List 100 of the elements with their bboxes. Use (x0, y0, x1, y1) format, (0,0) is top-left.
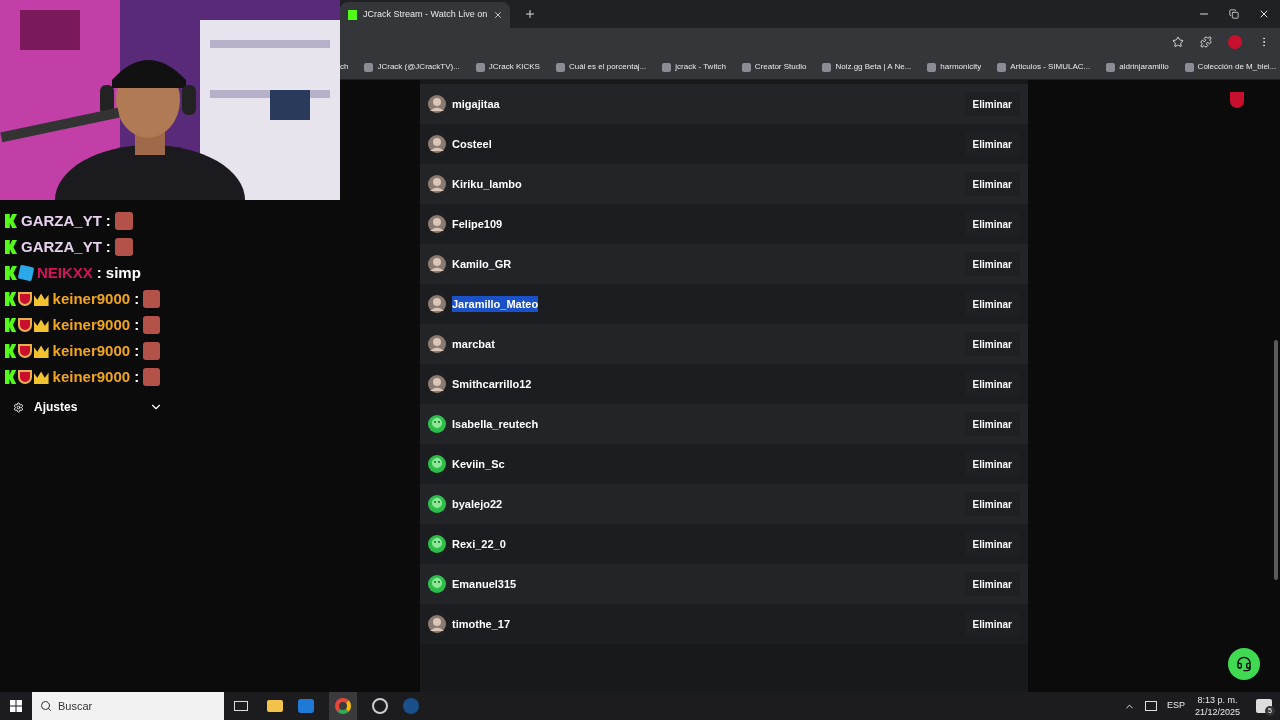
avatar-icon (428, 415, 446, 433)
shield-badge-icon (18, 318, 32, 332)
kick-badge-icon (5, 318, 17, 332)
username: Felipe109 (452, 216, 503, 232)
bookmark-icon (662, 62, 672, 72)
chat-username[interactable]: GARZA_YT (21, 235, 102, 259)
username: Kamilo_GR (452, 256, 512, 272)
bookmark-icon (741, 62, 751, 72)
avatar-icon (428, 135, 446, 153)
clock-date: 21/12/2025 (1194, 706, 1240, 718)
avatar-icon (428, 215, 446, 233)
bookmark-icon (364, 62, 374, 72)
avatar-icon (428, 95, 446, 113)
remove-button[interactable]: Eliminar (964, 252, 1020, 276)
kick-badge-icon (5, 344, 17, 358)
remove-button[interactable]: Eliminar (964, 492, 1020, 516)
chat-separator: : (134, 366, 140, 387)
emote-icon (143, 368, 160, 386)
kick-badge-icon (5, 240, 17, 254)
bookmark-item[interactable]: jcrack - Twitch (654, 61, 734, 73)
bookmark-item[interactable]: aldrinjaramillo (1098, 61, 1177, 73)
clock-time: 8:13 p. m. (1197, 694, 1238, 706)
chat-username[interactable]: keiner9000 (52, 365, 131, 389)
username: Kiriku_lambo (452, 176, 522, 192)
kick-badge-icon (5, 214, 17, 228)
chat-username[interactable]: GARZA_YT (21, 209, 102, 233)
kick-badge-icon (5, 266, 17, 280)
avatar-icon (428, 335, 446, 353)
task-view-icon[interactable] (234, 701, 248, 711)
chat-separator: : (96, 262, 102, 283)
bookmark-item[interactable]: JCrack (@JCrackTV)... (356, 61, 468, 73)
bookmark-icon (555, 62, 565, 72)
bookmark-item[interactable]: Creator Studio (733, 61, 815, 73)
emote-icon (114, 212, 133, 230)
bookmark-icon (997, 62, 1007, 72)
crown-badge-icon (33, 370, 49, 384)
shield-badge-icon (18, 370, 32, 384)
avatar-icon (428, 535, 446, 553)
shield-badge-icon (18, 344, 32, 358)
close-icon (1258, 8, 1270, 20)
bookmark-icon (1106, 62, 1116, 72)
username: Emanuel315 (452, 576, 517, 592)
browser-tab[interactable]: JCrack Stream - Watch Live on (340, 2, 510, 28)
language-indicator[interactable]: ESP (1166, 699, 1185, 713)
bookmark-item[interactable]: Articulos - SIMULAC... (989, 61, 1099, 73)
search-icon (40, 700, 52, 712)
bookmark-item[interactable]: Colección de M_blei... (1176, 61, 1280, 73)
emote-icon (143, 290, 160, 308)
bookmark-icon (927, 62, 937, 72)
headset-icon (1236, 656, 1252, 672)
shield-badge-icon (18, 292, 32, 306)
chat-username[interactable]: NEIKXX (37, 261, 93, 285)
username: Costeel (452, 136, 492, 152)
bookmark-item[interactable]: harmonicity (919, 61, 990, 73)
avatar-icon (428, 375, 446, 393)
avatar-icon (428, 495, 446, 513)
remove-button[interactable]: Eliminar (964, 172, 1020, 196)
chat-separator: : (134, 288, 140, 309)
avatar-icon (428, 255, 446, 273)
search-field[interactable]: Buscar (32, 692, 224, 720)
remove-button[interactable]: Eliminar (964, 412, 1020, 436)
cube-badge-icon (17, 264, 35, 282)
remove-button[interactable]: Eliminar (964, 572, 1020, 596)
new-tab-icon (524, 8, 536, 20)
crown-badge-icon (33, 292, 49, 306)
chat-separator: : (105, 210, 111, 231)
chat-username[interactable]: keiner9000 (52, 339, 131, 363)
username: timothe_17 (452, 616, 511, 632)
remove-button[interactable]: Eliminar (964, 332, 1020, 356)
remove-button[interactable]: Eliminar (964, 92, 1020, 116)
username: Keviin_Sc (452, 456, 505, 472)
crown-badge-icon (33, 344, 49, 358)
username: byalejo22 (452, 496, 503, 512)
bookmark-item[interactable]: Cuál es el porcentaj... (547, 61, 655, 73)
browser-icon[interactable] (329, 692, 357, 720)
username: Rexi_22_0 (452, 536, 506, 552)
avatar-icon (428, 455, 446, 473)
bookmark-icon (822, 62, 832, 72)
avatar-icon (428, 615, 446, 633)
bookmark-icon (1184, 62, 1194, 72)
avatar-icon (428, 295, 446, 313)
bookmark-item[interactable]: Noiz.gg Beta | A Ne... (814, 61, 920, 73)
restore-icon (1229, 9, 1239, 19)
username: Smithcarrillo12 (452, 376, 532, 392)
chat-separator: : (105, 236, 111, 257)
username: Jaramillo_Mateo (452, 295, 539, 313)
chat-username[interactable]: keiner9000 (52, 313, 131, 337)
username: Isabella_reutech (452, 416, 539, 432)
settings-menu-item[interactable]: Ajustes (5, 392, 163, 422)
chat-separator: : (134, 340, 140, 361)
kick-badge-icon (5, 370, 17, 384)
help-button[interactable] (1228, 648, 1260, 680)
avatar-icon (428, 175, 446, 193)
bookmark-item[interactable]: ch (340, 61, 357, 73)
bookmark-item[interactable]: JCrack KICKS (467, 61, 548, 73)
emote-icon (143, 342, 160, 360)
kick-badge-icon (5, 292, 17, 306)
chat-username[interactable]: keiner9000 (52, 287, 131, 311)
avatar-icon (428, 575, 446, 593)
chat-separator: : (134, 314, 140, 335)
